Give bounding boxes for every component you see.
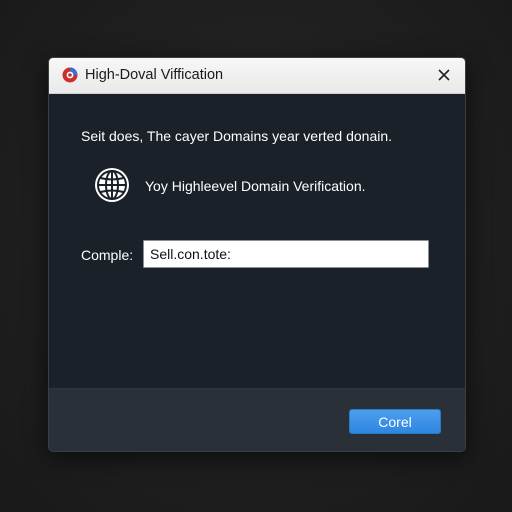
domain-field-label: Comple: <box>81 247 134 263</box>
dialog-titlebar: High-Doval Viffication <box>49 58 465 94</box>
globe-icon <box>93 166 131 204</box>
confirm-button[interactable]: Corel <box>349 409 441 434</box>
dialog-message: Seit does, The cayer Domains year verted… <box>81 128 393 144</box>
close-icon <box>438 69 450 81</box>
dialog-body: Seit does, The cayer Domains year verted… <box>49 94 465 388</box>
domain-input[interactable] <box>143 240 429 268</box>
verification-dialog: High-Doval Viffication Seit does, The ca… <box>48 57 466 452</box>
dialog-title: High-Doval Viffication <box>85 67 224 83</box>
app-logo-icon <box>62 67 78 83</box>
close-button[interactable] <box>433 64 455 86</box>
dialog-footer: Corel <box>49 388 465 451</box>
info-text: Yoy Highleevel Domain Verification. <box>145 178 366 194</box>
